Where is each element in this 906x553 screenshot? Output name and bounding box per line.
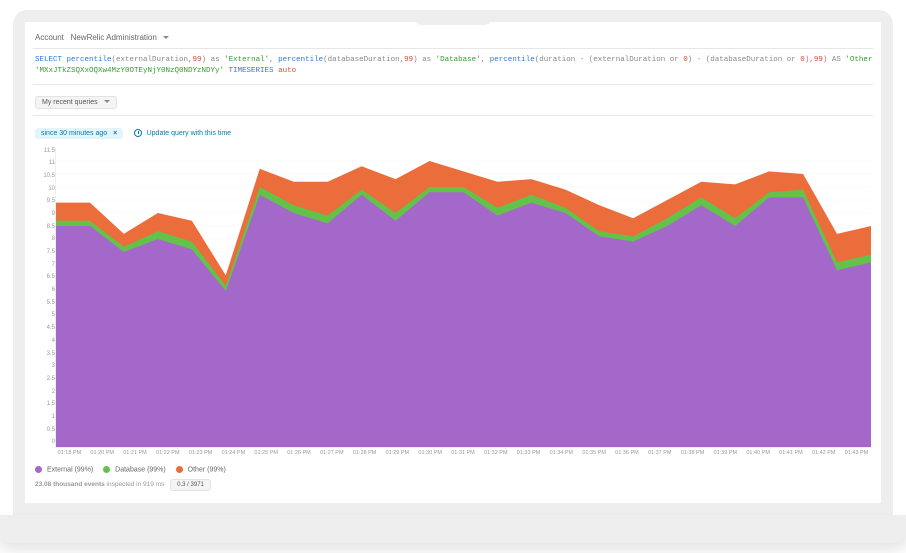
close-icon[interactable]: × xyxy=(113,130,117,137)
y-axis: 11.51110.5109.598.587.576.565.554.543.53… xyxy=(35,148,55,448)
legend-label-other: Other (99%) xyxy=(188,466,226,473)
chart-container: 11.51110.5109.598.587.576.565.554.543.53… xyxy=(33,144,873,448)
query-toolbar: My recent queries xyxy=(33,85,873,116)
account-label: Account xyxy=(35,33,64,42)
area-chart-svg xyxy=(56,148,871,447)
time-range-chip[interactable]: since 30 minutes ago × xyxy=(35,128,123,139)
query-line-2: 'MXxJTkZSQXxOQXw4MzY0OTEyNjY0NzQ0NDYzNDY… xyxy=(35,66,871,77)
ratio-button[interactable]: 0.3 / 3971 xyxy=(170,479,211,491)
chart-plot[interactable] xyxy=(55,148,871,448)
event-count: 23.08 thousand events xyxy=(35,481,105,488)
footer-stats: 23.08 thousand events inspected in 919 m… xyxy=(33,475,873,495)
inspected-text: inspected in 919 ms xyxy=(107,481,165,488)
account-bar[interactable]: Account NewRelic Administration xyxy=(33,29,873,49)
legend-swatch-other xyxy=(176,466,183,473)
chart-legend: External (99%) Database (99%) Other (99%… xyxy=(33,462,873,475)
recent-queries-button[interactable]: My recent queries xyxy=(35,96,117,109)
screen-bezel: Account NewRelic Administration SELECT p… xyxy=(13,10,893,515)
filter-bar: since 30 minutes ago × Update query with… xyxy=(33,116,873,144)
legend-swatch-database xyxy=(103,466,110,473)
update-query-link[interactable]: Update query with this time xyxy=(134,130,231,137)
chevron-down-icon xyxy=(163,36,169,39)
query-line-1: SELECT percentile(externalDuration,99) a… xyxy=(35,55,871,66)
legend-label-external: External (99%) xyxy=(47,466,93,473)
nrql-query[interactable]: SELECT percentile(externalDuration,99) a… xyxy=(33,49,873,85)
chevron-down-icon xyxy=(104,100,110,103)
clock-icon xyxy=(134,129,142,137)
x-axis: 01:18 PM01:20 PM01:21 PM01:22 PM01:23 PM… xyxy=(33,448,873,462)
legend-swatch-external xyxy=(35,466,42,473)
laptop-base xyxy=(0,515,906,543)
laptop-frame: Account NewRelic Administration SELECT p… xyxy=(13,10,893,543)
camera-notch xyxy=(413,16,493,25)
account-name: NewRelic Administration xyxy=(71,33,157,42)
legend-label-database: Database (99%) xyxy=(115,466,166,473)
